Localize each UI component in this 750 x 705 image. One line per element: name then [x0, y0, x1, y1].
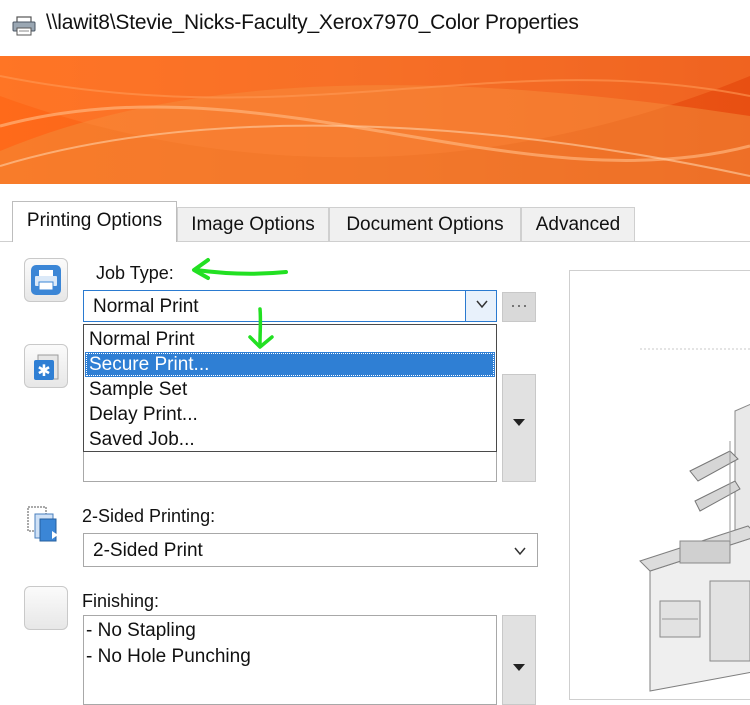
tab-image-options[interactable]: Image Options — [177, 207, 329, 241]
chevron-down-icon — [513, 544, 527, 562]
annotation-arrow-left — [186, 254, 296, 289]
two-sided-button[interactable] — [24, 503, 68, 547]
annotation-arrow-down — [244, 305, 280, 360]
finishing-label: Finishing: — [82, 591, 160, 611]
finishing-icon — [29, 591, 63, 625]
two-sided-label: 2-Sided Printing: — [82, 506, 216, 526]
job-type-options-list: Normal Print Secure Print... Sample Set … — [83, 324, 497, 452]
duplex-pages-icon — [26, 505, 66, 550]
finishing-line-stapling: - No Stapling — [86, 620, 196, 641]
job-type-current-value: Normal Print — [93, 296, 199, 317]
finishing-menu-button[interactable] — [502, 615, 536, 705]
job-type-option-normal-print[interactable]: Normal Print — [85, 327, 495, 352]
finishing-line-hole-punching: - No Hole Punching — [86, 646, 251, 667]
printer-icon — [30, 264, 62, 301]
tab-document-options[interactable]: Document Options — [329, 207, 521, 241]
caret-down-icon — [513, 419, 525, 426]
tab-printing-options[interactable]: Printing Options — [12, 201, 177, 242]
job-type-label: Job Type: — [96, 263, 174, 283]
star-document-icon: ✱ — [33, 353, 61, 386]
printer-preview-panel — [569, 270, 750, 700]
printer-illustration — [570, 271, 750, 704]
job-type-button[interactable] — [24, 258, 68, 302]
finishing-button[interactable] — [24, 586, 68, 630]
printer-icon — [12, 16, 36, 36]
header-banner — [0, 56, 750, 184]
svg-text:✱: ✱ — [37, 361, 50, 380]
job-type-option-sample-set[interactable]: Sample Set — [85, 377, 495, 402]
chevron-down-icon — [475, 297, 489, 316]
caret-down-icon — [513, 664, 525, 671]
two-sided-current-value: 2-Sided Print — [93, 540, 203, 561]
tab-advanced[interactable]: Advanced — [521, 207, 635, 241]
title-bar: \\lawit8\Stevie_Nicks-Faculty_Xerox7970_… — [0, 0, 750, 52]
job-type-option-secure-print[interactable]: Secure Print... — [85, 352, 495, 377]
job-type-more-button[interactable]: ··· — [502, 292, 536, 322]
job-type-option-delay-print[interactable]: Delay Print... — [85, 402, 495, 427]
secondary-option-button[interactable]: ✱ — [24, 344, 68, 388]
job-type-option-saved-job[interactable]: Saved Job... — [85, 427, 495, 452]
window-title: \\lawit8\Stevie_Nicks-Faculty_Xerox7970_… — [46, 11, 579, 34]
job-type-dropdown-toggle[interactable] — [465, 291, 496, 321]
secondary-settings-menu-button[interactable] — [502, 374, 536, 482]
